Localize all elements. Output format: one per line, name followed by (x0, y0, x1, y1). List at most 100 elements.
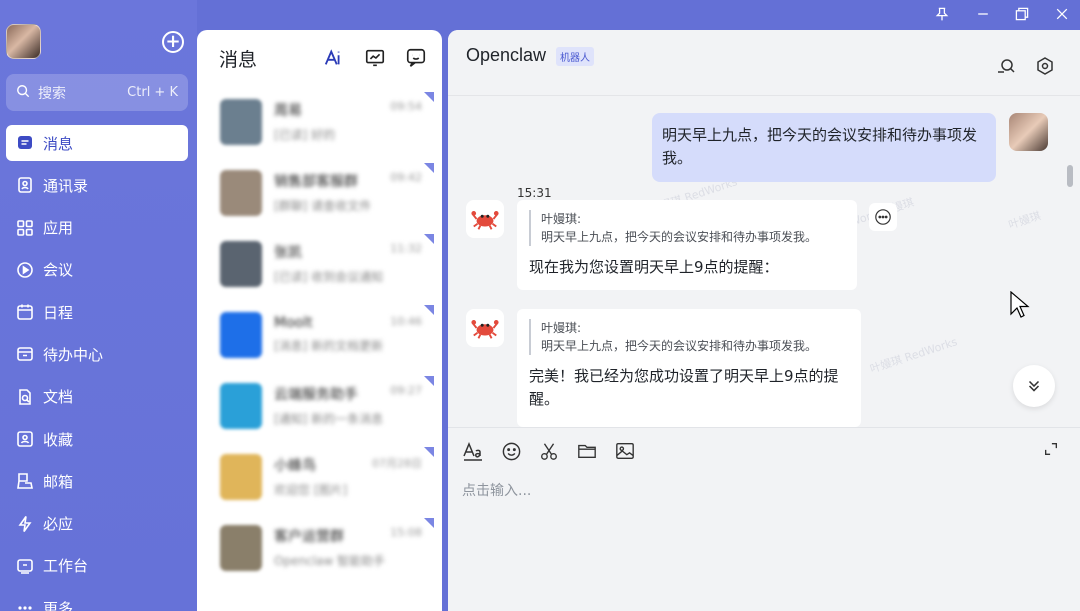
bot-avatar[interactable] (466, 309, 504, 347)
quote-author: 叶嫚琪: (541, 212, 582, 226)
sidebar-item-favorites[interactable]: 收藏 (6, 421, 188, 457)
search-history-icon[interactable] (996, 56, 1016, 76)
conversation-time: 09:54 (390, 100, 422, 113)
pinned-marker (424, 305, 434, 315)
bot-tag: 机器人 (556, 47, 594, 66)
conversation-text: Moolt 10:46 [消息] 新的文档更新 (274, 315, 442, 354)
scrollbar[interactable] (1067, 165, 1073, 187)
contacts-icon (16, 176, 34, 194)
list-item[interactable]: 周易 09:54 [已读] 好的 (197, 86, 442, 157)
ai-icon[interactable] (322, 46, 346, 70)
conversation-text: 销售部客服群 09:42 [群聊] 请查收文件 (274, 171, 442, 214)
sidebar-item-label: 日程 (43, 303, 74, 322)
sidebar-item-label: 必应 (43, 515, 74, 534)
conversation-preview: [已读] 好的 (274, 128, 336, 142)
sidebar-item-label: 会议 (43, 261, 74, 280)
sidebar-item-calendar[interactable]: 日程 (6, 294, 188, 330)
sidebar-item-workbench[interactable]: 工作台 (6, 548, 188, 584)
nav-list: 消息 通讯录 应用 会议 日程 待办中心 文档 收藏 邮箱 必应 工作台 更多 (6, 125, 188, 611)
scroll-to-bottom-button[interactable] (1013, 365, 1055, 407)
workbench-icon (16, 557, 34, 575)
text-format-icon[interactable] (462, 440, 484, 462)
sidebar-item-documents[interactable]: 文档 (6, 379, 188, 415)
avatar[interactable] (6, 24, 41, 59)
conversation-list: 消息 周易 09:54 [已读] 好的 销售部客服群 09:42 [群聊] 请查收文件 张凯… (197, 30, 442, 611)
pinned-marker (424, 163, 434, 173)
crab-icon (471, 320, 499, 339)
chat-history: 叶嫚琪 RedWorks RedWorks叶嫚琪 叶嫚琪 RedWorks 叶嫚… (448, 97, 1080, 427)
sidebar-item-label: 待办中心 (43, 345, 104, 364)
minimize-icon[interactable] (973, 4, 993, 24)
sidebar-item-todo[interactable]: 待办中心 (6, 336, 188, 372)
conversation-time: 15:08 (390, 526, 422, 539)
crab-icon (471, 211, 499, 230)
bot-reply: 完美！我已经为您成功设置了明天早上9点的提醒。 (529, 367, 839, 408)
sidebar-item-more[interactable]: 更多 (6, 590, 188, 611)
sidebar-item-bing[interactable]: 必应 (6, 506, 188, 542)
message-input[interactable]: 点击输入... (462, 480, 531, 500)
list-item[interactable]: Moolt 10:46 [消息] 新的文档更新 (197, 299, 442, 370)
sidebar-item-mail[interactable]: 邮箱 (6, 463, 188, 499)
quoted-message: 叶嫚琪: 明天早上九点，把今天的会议安排和待办事项发我。 (529, 319, 849, 355)
more-options-icon[interactable] (869, 203, 897, 231)
search-icon (16, 84, 30, 102)
conversation-name: 周易 (274, 103, 302, 119)
conversation-preview: [通知] 新的一条消息 (274, 412, 384, 426)
avatar (220, 453, 262, 500)
sidebar-item-meetings[interactable]: 会议 (6, 252, 188, 288)
sidebar-item-contacts[interactable]: 通讯录 (6, 167, 188, 203)
conversation-name: 小蜂鸟 (274, 458, 316, 474)
search-placeholder: 搜索 (38, 85, 66, 102)
image-icon[interactable] (614, 440, 636, 462)
calendar-icon (16, 303, 34, 321)
expand-icon[interactable] (1043, 441, 1061, 459)
chevron-double-down-icon (1028, 380, 1040, 392)
list-item[interactable]: 小蜂鸟 07月28日 欢迎您 [图片] (197, 441, 442, 512)
settings-icon[interactable] (1035, 56, 1055, 76)
close-icon[interactable] (1052, 4, 1072, 24)
list-item[interactable]: 销售部客服群 09:42 [群聊] 请查收文件 (197, 157, 442, 228)
conversation-name: 云端服务助手 (274, 387, 358, 403)
sidebar: + 搜索 Ctrl + K 消息 通讯录 应用 会议 日程 待办中心 文档 收藏… (0, 0, 197, 611)
mouse-cursor-icon (1010, 291, 1030, 318)
pin-icon[interactable] (932, 4, 952, 24)
quote-text: 明天早上九点，把今天的会议安排和待办事项发我。 (541, 230, 818, 244)
quoted-message: 叶嫚琪: 明天早上九点，把今天的会议安排和待办事项发我。 (529, 210, 845, 246)
list-item[interactable]: 张凯 11:32 [已读] 收到会议通知 (197, 228, 442, 299)
list-item[interactable]: 云端服务助手 09:27 [通知] 新的一条消息 (197, 370, 442, 441)
chat-panel: Openclaw 机器人 叶嫚琪 RedWorks RedWorks叶嫚琪 叶嫚… (448, 30, 1080, 611)
sidebar-item-apps[interactable]: 应用 (6, 210, 188, 246)
sidebar-item-label: 收藏 (43, 430, 74, 449)
bot-reply: 现在我为您设置明天早上9点的提醒： (529, 258, 779, 276)
conversation-preview: [消息] 新的文档更新 (274, 339, 384, 353)
conversation-time: 09:42 (390, 171, 422, 184)
avatar[interactable] (1009, 113, 1048, 151)
scissors-icon[interactable] (538, 440, 560, 462)
emoji-icon[interactable] (500, 440, 522, 462)
chat-title: Openclaw (466, 45, 547, 65)
more-icon (16, 599, 34, 611)
chat-bubble-icon[interactable] (404, 46, 428, 70)
bot-message: 叶嫚琪: 明天早上九点，把今天的会议安排和待办事项发我。 完美！我已经为您成功设… (517, 309, 861, 427)
add-icon[interactable]: + (162, 31, 184, 53)
restore-icon[interactable] (1012, 4, 1032, 24)
bot-avatar[interactable] (466, 200, 504, 238)
pinned-marker (424, 447, 434, 457)
conversation-items: 周易 09:54 [已读] 好的销售部客服群 09:42 [群聊] 请查收文件张凯 11:… (197, 86, 442, 583)
sidebar-item-messages[interactable]: 消息 (6, 125, 188, 161)
conversation-name: 销售部客服群 (274, 174, 358, 190)
avatar (220, 98, 262, 145)
list-item[interactable]: 客户运营群 15:08 Openclaw 智能助手 (197, 512, 442, 583)
conversation-text: 张凯 11:32 [已读] 收到会议通知 (274, 242, 442, 285)
chart-message-icon[interactable] (363, 46, 387, 70)
message-icon (16, 134, 34, 152)
conversation-preview: [群聊] 请查收文件 (274, 199, 372, 213)
folder-icon[interactable] (576, 440, 598, 462)
avatar (220, 240, 262, 287)
search-input[interactable]: 搜索 Ctrl + K (6, 74, 188, 111)
conversation-text: 客户运营群 15:08 Openclaw 智能助手 (274, 526, 442, 569)
pinned-marker (424, 92, 434, 102)
pinned-marker (424, 518, 434, 528)
sidebar-item-label: 邮箱 (43, 472, 74, 491)
sidebar-item-label: 文档 (43, 388, 74, 407)
